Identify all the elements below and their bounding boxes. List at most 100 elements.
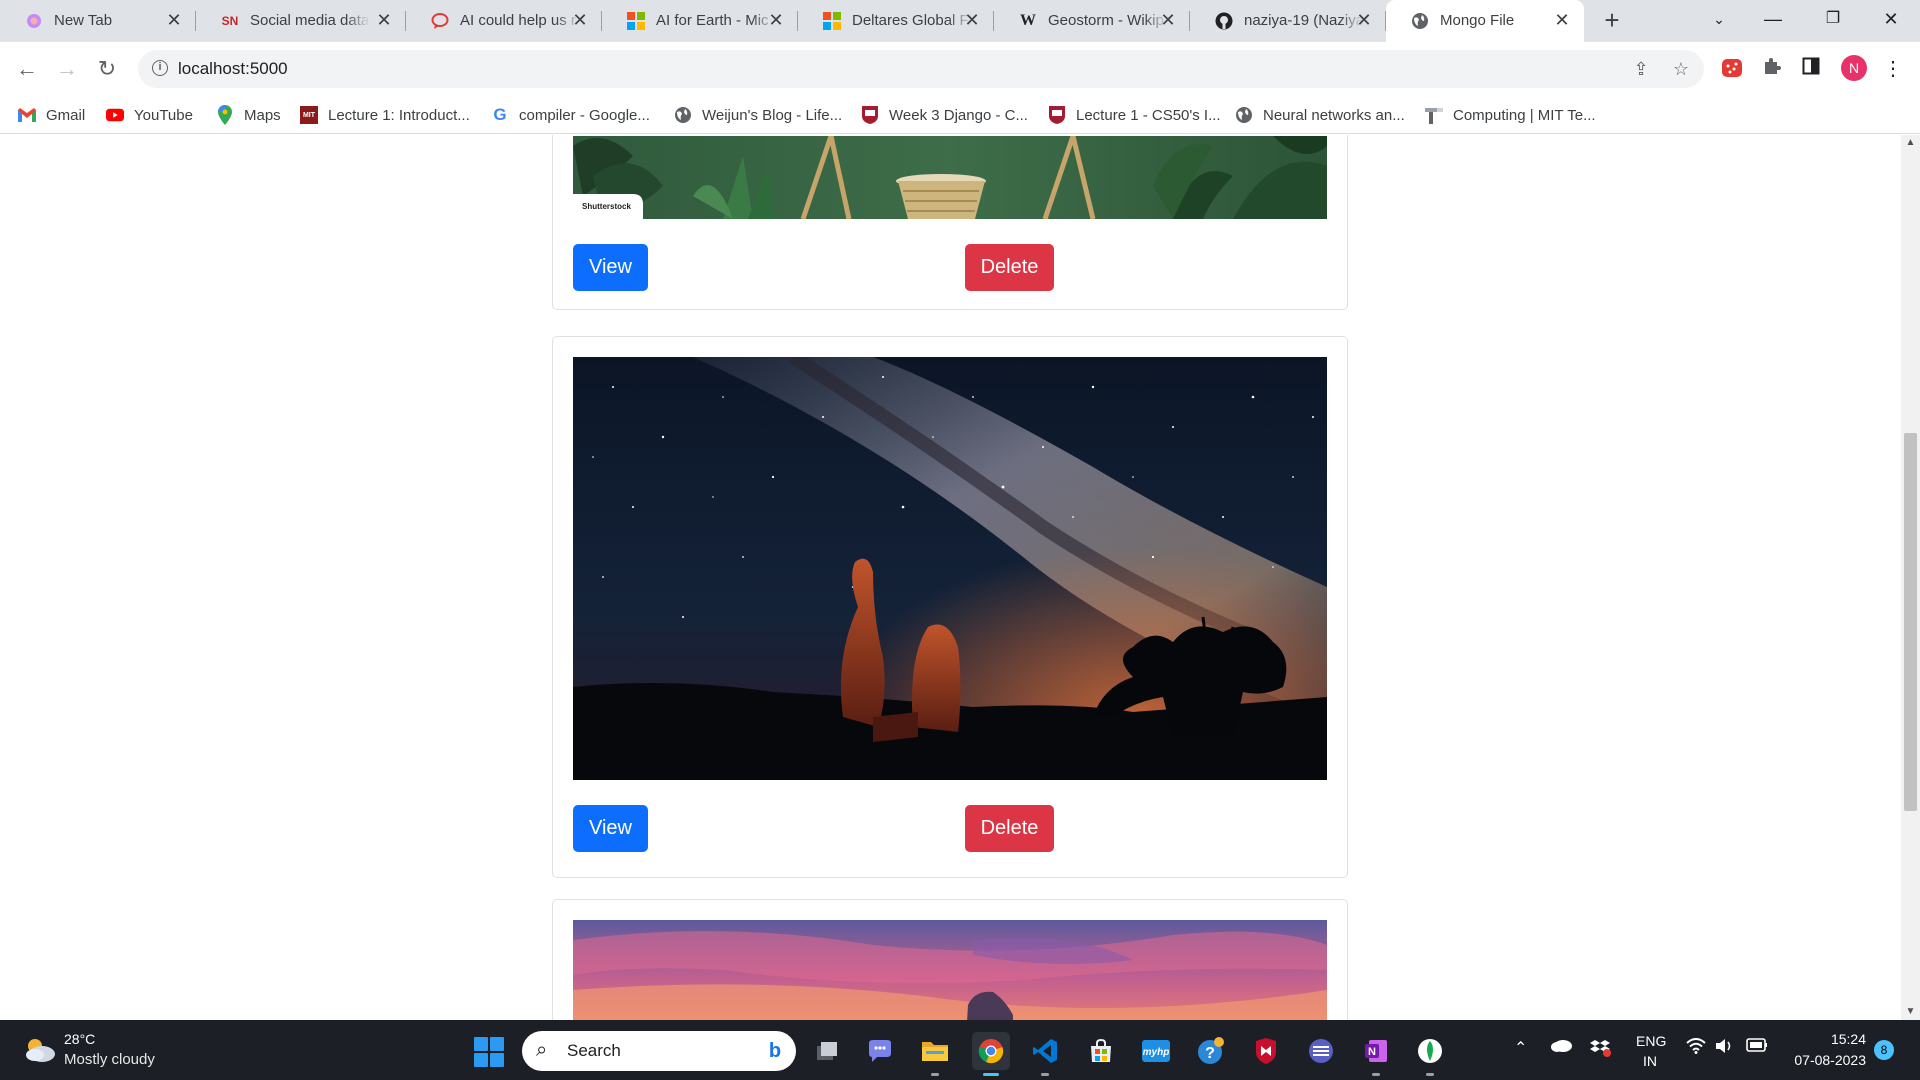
battery-icon[interactable]: [1746, 1038, 1768, 1057]
close-tab-icon[interactable]: ✕: [766, 10, 786, 30]
forward-icon[interactable]: →: [52, 54, 82, 84]
browser-toolbar: ← → ↻ i localhost:5000 ⇪ ☆ ⋮: [0, 42, 1920, 96]
reload-icon[interactable]: ↻: [92, 54, 122, 84]
wifi-icon[interactable]: [1686, 1038, 1706, 1059]
microsoft-store-icon[interactable]: [1082, 1032, 1120, 1070]
close-tab-icon[interactable]: ✕: [962, 10, 982, 30]
back-icon[interactable]: ←: [12, 54, 42, 84]
restore-icon[interactable]: ❐: [1808, 0, 1858, 40]
vertical-scrollbar[interactable]: ▲ ▼: [1901, 135, 1920, 1020]
bookmark-weijuns-blog[interactable]: Weijun's Blog - Life...: [674, 104, 842, 126]
mcafee-icon[interactable]: [1247, 1032, 1285, 1070]
address-bar[interactable]: i localhost:5000 ⇪ ☆: [138, 50, 1704, 88]
tab-mongo-file[interactable]: Mongo File ✕: [1386, 0, 1584, 42]
bookmark-compiler-google[interactable]: G compiler - Google...: [491, 104, 650, 126]
tab-title: New Tab: [54, 12, 113, 29]
taskbar-clock[interactable]: 15:24: [1786, 1031, 1866, 1047]
tab-search-chevron-icon[interactable]: ⌄: [1694, 0, 1744, 40]
tab-geostorm-wikipedia[interactable]: W Geostorm - Wikip ✕: [994, 0, 1190, 42]
task-view-icon[interactable]: [808, 1032, 846, 1070]
shutterstock-watermark: Shutterstock: [582, 202, 631, 211]
show-hidden-icons-chevron-icon[interactable]: ⌃: [1514, 1038, 1527, 1058]
file-explorer-icon[interactable]: [916, 1032, 954, 1076]
close-tab-icon[interactable]: ✕: [164, 10, 184, 30]
mongodb-compass-icon[interactable]: [1411, 1032, 1449, 1076]
delete-button[interactable]: Delete: [965, 244, 1054, 291]
svg-text:myhp: myhp: [1143, 1047, 1170, 1058]
get-help-icon[interactable]: ?: [1192, 1032, 1230, 1070]
tab-title: Social media data: [250, 12, 370, 29]
close-tab-icon[interactable]: ✕: [1552, 10, 1572, 30]
svg-text:?: ?: [1205, 1045, 1215, 1062]
extensions-puzzle-icon[interactable]: [1759, 56, 1785, 82]
svg-text:N: N: [1368, 1046, 1376, 1058]
plants-stand-image: Shutterstock: [573, 136, 1327, 219]
new-tab-button[interactable]: +: [1598, 7, 1626, 35]
gmail-icon: [18, 106, 36, 124]
weather-cloud-icon[interactable]: [22, 1037, 58, 1063]
tab-title: AI could help us r: [460, 12, 576, 29]
bookmark-youtube[interactable]: YouTube: [106, 104, 193, 126]
profile-avatar[interactable]: N: [1841, 55, 1867, 81]
onedrive-cloud-icon[interactable]: [1551, 1038, 1573, 1057]
scrollbar-thumb[interactable]: [1904, 433, 1917, 811]
onenote-icon[interactable]: N: [1357, 1032, 1395, 1076]
vscode-icon[interactable]: [1026, 1032, 1064, 1076]
close-tab-icon[interactable]: ✕: [570, 10, 590, 30]
tab-new-tab[interactable]: New Tab ✕: [0, 0, 196, 42]
bookmark-gmail[interactable]: Gmail: [18, 104, 85, 126]
bookmark-neural-networks[interactable]: Neural networks an...: [1235, 104, 1405, 126]
menu-kebab-icon[interactable]: ⋮: [1880, 56, 1906, 82]
tab-ai-for-earth[interactable]: AI for Earth - Mic ✕: [602, 0, 798, 42]
teams-chat-icon[interactable]: [861, 1032, 899, 1070]
tab-github-naziya[interactable]: naziya-19 (Naziya ✕: [1190, 0, 1386, 42]
bing-icon[interactable]: b: [762, 1037, 788, 1065]
side-panel-icon[interactable]: [1798, 56, 1824, 82]
bookmark-computing-mit-tech[interactable]: Computing | MIT Te...: [1425, 104, 1596, 126]
globe-icon: [1411, 12, 1429, 30]
close-tab-icon[interactable]: ✕: [374, 10, 394, 30]
bookmark-mit-lecture[interactable]: MIT Lecture 1: Introduct...: [300, 104, 470, 126]
language-region[interactable]: IN: [1643, 1053, 1657, 1069]
windows-start-icon[interactable]: [474, 1037, 504, 1067]
bookmark-cs50-lecture[interactable]: Lecture 1 - CS50's I...: [1048, 104, 1221, 126]
tab-ai-could-help[interactable]: AI could help us r ✕: [406, 0, 602, 42]
tab-social-media-data[interactable]: SN Social media data ✕: [196, 0, 406, 42]
scroll-up-icon[interactable]: ▲: [1901, 135, 1920, 151]
delete-button[interactable]: Delete: [965, 805, 1054, 852]
bookmark-maps[interactable]: Maps: [216, 104, 281, 126]
file-card: [552, 899, 1348, 1020]
minimize-icon[interactable]: —: [1748, 0, 1798, 40]
close-window-icon[interactable]: ✕: [1866, 0, 1916, 40]
myhp-icon[interactable]: myhp: [1137, 1032, 1175, 1070]
tab-deltares-global[interactable]: Deltares Global Fl ✕: [798, 0, 994, 42]
file-card: View Delete: [552, 336, 1348, 878]
language-indicator[interactable]: ENG: [1636, 1033, 1666, 1049]
volume-icon[interactable]: [1715, 1038, 1735, 1059]
taskbar-date[interactable]: 07-08-2023: [1768, 1052, 1866, 1068]
weather-description[interactable]: Mostly cloudy: [64, 1051, 155, 1068]
stacked-app-icon[interactable]: [1302, 1032, 1340, 1070]
share-icon[interactable]: ⇪: [1630, 58, 1652, 80]
weather-temperature[interactable]: 28°C: [64, 1031, 95, 1047]
google-icon: G: [493, 105, 507, 124]
scroll-down-icon[interactable]: ▼: [1901, 1004, 1920, 1020]
close-tab-icon[interactable]: ✕: [1354, 10, 1374, 30]
chrome-icon[interactable]: [972, 1032, 1010, 1076]
bookmark-week3-django[interactable]: Week 3 Django - C...: [861, 104, 1028, 126]
dropbox-sync-icon[interactable]: [1590, 1038, 1612, 1063]
view-button[interactable]: View: [573, 244, 648, 291]
site-info-icon[interactable]: i: [152, 60, 168, 76]
close-tab-icon[interactable]: ✕: [1158, 10, 1178, 30]
tab-title: naziya-19 (Naziya: [1244, 12, 1364, 29]
url-text[interactable]: localhost:5000: [178, 59, 288, 79]
notification-count-badge[interactable]: 8: [1874, 1040, 1894, 1060]
taskbar-search[interactable]: ⌕ Search b: [522, 1031, 796, 1071]
view-button[interactable]: View: [573, 805, 648, 852]
extension-tomato-icon[interactable]: [1719, 56, 1745, 82]
new-tab-icon: [25, 12, 43, 30]
bookmark-star-icon[interactable]: ☆: [1670, 58, 1692, 80]
microsoft-icon: [627, 12, 645, 30]
windows-taskbar: 28°C Mostly cloudy ⌕ Search b myhp ? N ⌃…: [0, 1020, 1920, 1080]
search-icon: ⌕: [536, 1039, 548, 1061]
